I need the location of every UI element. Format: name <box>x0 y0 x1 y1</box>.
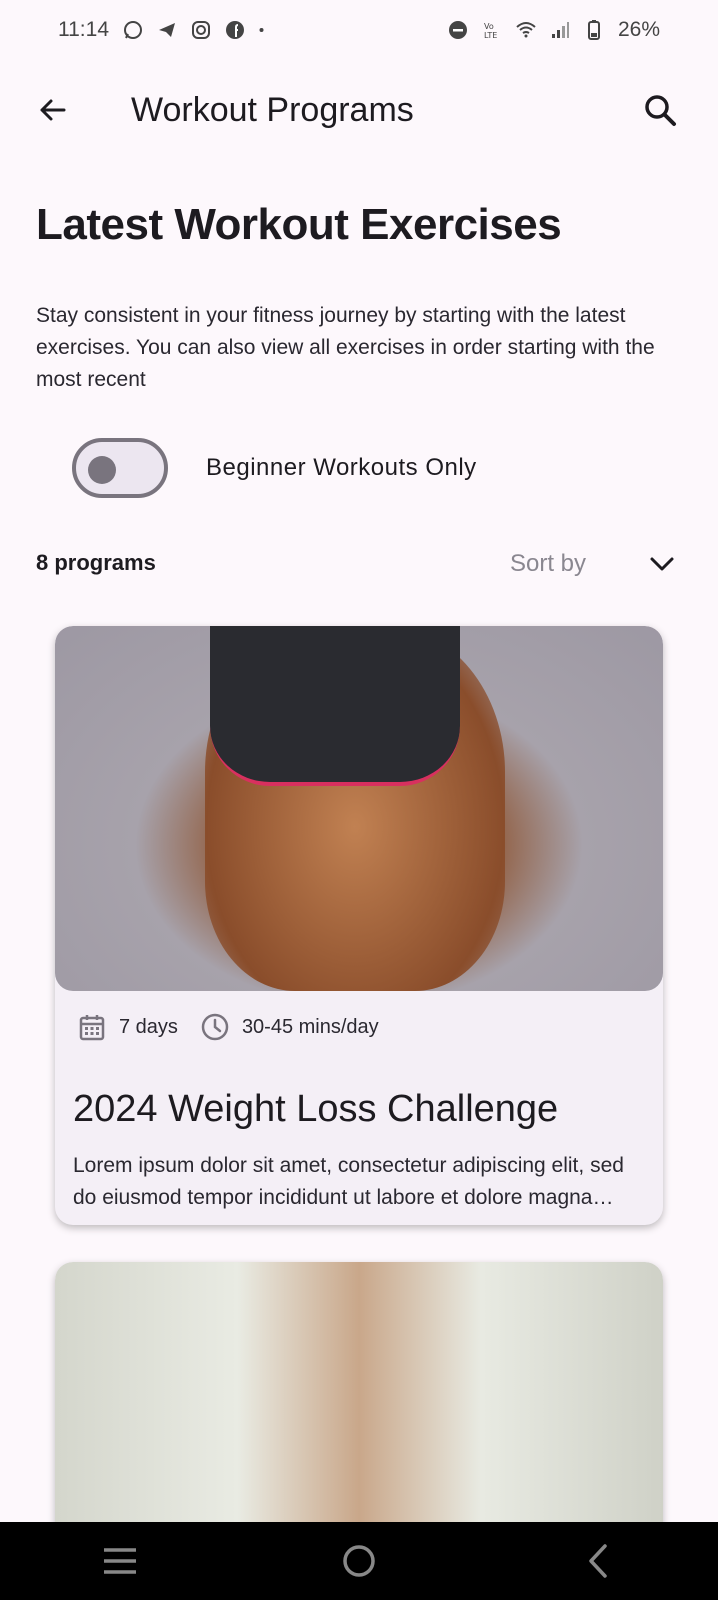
status-bar: 11:14 Vo LTE 26% <box>0 0 718 60</box>
program-card[interactable] <box>55 1262 663 1542</box>
sort-dropdown[interactable]: Sort by <box>510 550 586 578</box>
status-right: Vo LTE 26% <box>448 18 660 42</box>
program-count: 8 programs <box>36 550 156 575</box>
app-bar-title: Workout Programs <box>131 91 414 129</box>
program-card[interactable]: 7 days 30-45 mins/day 2024 Weight Loss C… <box>55 626 663 1225</box>
battery-percent: 26% <box>617 18 660 41</box>
home-icon <box>343 1545 375 1577</box>
beginner-toggle-switch[interactable] <box>72 438 168 498</box>
app-bar: Workout Programs <box>0 72 718 148</box>
dot-icon <box>259 28 264 32</box>
search-icon <box>645 95 676 126</box>
dnd-icon <box>448 21 467 39</box>
program-title: 2024 Weight Loss Challenge <box>73 1088 559 1130</box>
search-button[interactable] <box>636 86 684 134</box>
program-time-per-day: 30-45 mins/day <box>241 1015 379 1038</box>
recent-apps-button[interactable] <box>90 1531 150 1591</box>
clock-icon <box>201 1013 229 1041</box>
svg-text:Vo: Vo <box>484 22 494 31</box>
beginner-toggle-label: Beginner Workouts Only <box>206 454 477 481</box>
status-left: 11:14 <box>58 18 269 42</box>
program-image <box>55 626 663 991</box>
facebook-icon <box>226 21 244 39</box>
back-icon <box>589 1544 608 1578</box>
chevron-down-icon[interactable] <box>648 550 676 578</box>
program-image <box>55 1262 663 1542</box>
image-top-shape <box>210 626 460 786</box>
instagram-icon <box>192 21 210 39</box>
menu-icon <box>103 1548 136 1574</box>
page-headline: Latest Workout Exercises <box>36 200 562 249</box>
program-duration: 7 days <box>119 1015 178 1038</box>
back-button[interactable] <box>30 88 74 132</box>
calendar-icon <box>79 1015 105 1041</box>
battery-icon <box>587 20 600 40</box>
program-description: Lorem ipsum dolor sit amet, consectetur … <box>73 1154 624 1209</box>
system-back-button[interactable] <box>568 1531 628 1591</box>
beginner-toggle-row: Beginner Workouts Only <box>72 438 477 498</box>
svg-text:LTE: LTE <box>484 31 497 40</box>
whatsapp-icon <box>124 21 142 39</box>
status-time: 11:14 <box>58 18 109 41</box>
count-sort-row: 8 programs Sort by <box>36 548 682 584</box>
telegram-icon <box>159 23 175 37</box>
signal-icon <box>551 22 569 38</box>
system-nav-bar <box>0 1522 718 1600</box>
home-button[interactable] <box>329 1531 389 1591</box>
page-description: Stay consistent in your fitness journey … <box>36 304 655 391</box>
volte-icon: VoLTE <box>484 22 497 40</box>
toggle-thumb <box>88 456 116 484</box>
wifi-icon <box>516 22 536 38</box>
program-meta: 7 days 30-45 mins/day <box>77 1012 379 1042</box>
arrow-left-icon <box>40 99 66 121</box>
